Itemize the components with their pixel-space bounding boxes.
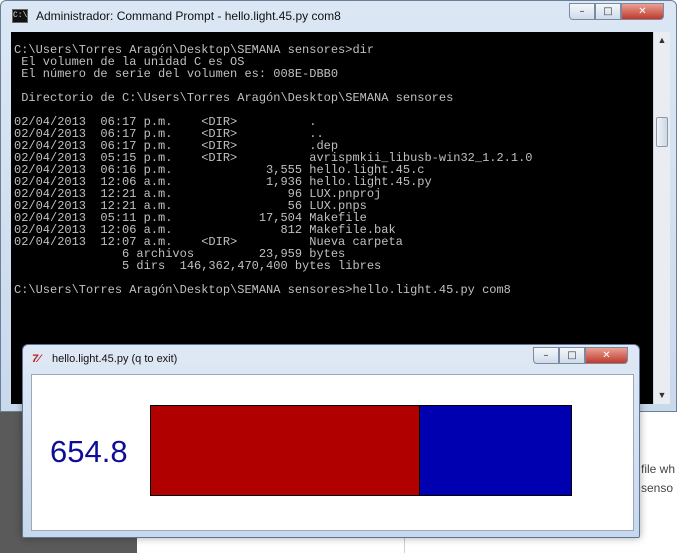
cmd-window-title: Administrador: Command Prompt - hello.li… [36,9,341,23]
light-level-bar [150,405,572,496]
scrollbar-thumb[interactable] [656,117,668,147]
scroll-up-arrow-icon[interactable]: ▲ [654,32,670,49]
tk-window-controls: – □ ✕ [533,347,628,364]
cmd-app-icon: C:\ [12,9,28,23]
cmd-titlebar[interactable]: C:\ Administrador: Command Prompt - hell… [1,1,676,31]
cmd-window-controls: – □ ✕ [569,3,664,20]
tk-minimize-button[interactable]: – [533,347,559,364]
cmd-close-button[interactable]: ✕ [621,3,664,20]
scroll-down-arrow-icon[interactable]: ▼ [654,387,670,404]
background-text-line-1: file wh [641,462,676,476]
tk-canvas: 654.8 [31,374,634,531]
cmd-minimize-button[interactable]: – [569,3,595,20]
tk-light-window: 7⁄ hello.light.45.py (q to exit) – □ ✕ 6… [22,344,640,538]
light-level-bar-fill [151,406,420,495]
light-level-bar-remainder [419,406,571,495]
light-reading-value: 654.8 [50,434,128,469]
tk-feather-icon: 7⁄ [32,353,40,365]
tk-maximize-button[interactable]: □ [559,347,585,364]
cmd-maximize-button[interactable]: □ [595,3,621,20]
console-scrollbar[interactable]: ▲ ▼ [653,32,670,404]
tk-close-button[interactable]: ✕ [585,347,628,364]
background-text-line-2: senso [641,481,674,495]
tk-window-title: hello.light.45.py (q to exit) [52,353,178,365]
console-text: C:\Users\Torres Aragón\Desktop\SEMANA se… [14,43,533,297]
